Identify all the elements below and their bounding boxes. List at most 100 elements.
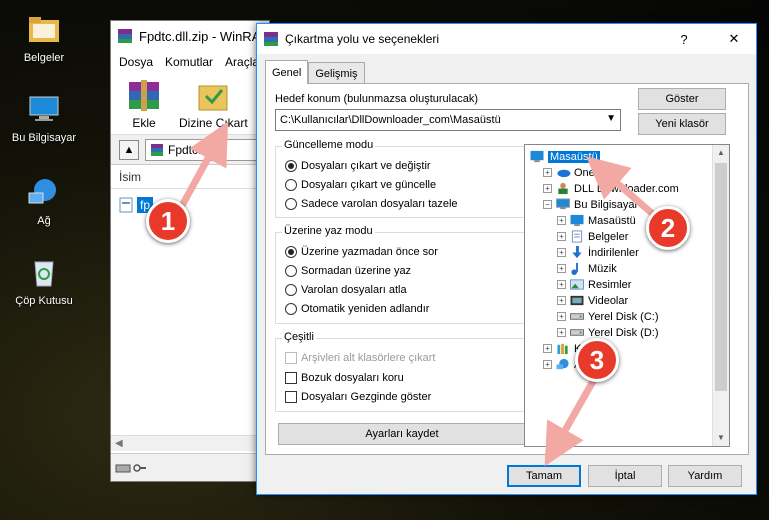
scroll-down-icon[interactable]: ▼ xyxy=(713,430,729,446)
radio-selected[interactable] xyxy=(285,246,297,258)
misc-option-show-in-explorer[interactable]: Dosyaları Gezginde göster xyxy=(285,391,431,403)
tree-node[interactable]: + Belgeler xyxy=(557,229,628,244)
extract-to-button[interactable]: Dizine Çıkart xyxy=(179,78,248,130)
tree-node[interactable]: Masaüstü xyxy=(529,149,600,164)
winrar-toolbar: Ekle Dizine Çıkart xyxy=(111,73,269,135)
scroll-thumb[interactable] xyxy=(715,163,727,391)
dialog-titlebar[interactable]: Çıkartma yolu ve seçenekleri ? ✕ xyxy=(257,24,756,54)
horizontal-scrollbar[interactable]: ◀ xyxy=(111,435,269,451)
ok-button[interactable]: Tamam xyxy=(507,465,581,487)
update-option-extract-update[interactable]: Dosyaları çıkart ve güncelle xyxy=(285,179,436,191)
tree-node-label: İndirilenler xyxy=(588,246,639,259)
menu-item-komutlar[interactable]: Komutlar xyxy=(165,55,213,69)
expand-icon[interactable]: + xyxy=(557,216,566,225)
annotation-marker-2: 2 xyxy=(646,206,690,250)
radio[interactable] xyxy=(285,284,297,296)
desktop-icon-label: Bu Bilgisayar xyxy=(11,132,77,144)
tree-node-label: Yerel Disk (C:) xyxy=(588,310,659,323)
expand-icon[interactable]: + xyxy=(543,344,552,353)
expand-icon[interactable]: + xyxy=(543,360,552,369)
option-label: Sadece varolan dosyaları tazele xyxy=(301,198,458,210)
misc-group: Çeşitli Arşivleri alt klasörlere çıkart … xyxy=(275,331,525,412)
desktop-icon-bu-bilgisayar[interactable]: Bu Bilgisayar xyxy=(4,92,84,144)
key-icon xyxy=(133,463,146,472)
checkbox[interactable] xyxy=(285,372,297,384)
radio[interactable] xyxy=(285,303,297,315)
desktop-icon-belgeler[interactable]: Belgeler xyxy=(4,12,84,64)
network-icon xyxy=(28,179,56,204)
general-tab-panel: Hedef konum (bulunmazsa oluşturulacak) C… xyxy=(265,83,749,455)
desktop-icon-ag[interactable]: Ağ xyxy=(4,175,84,227)
scroll-left-icon: ◀ xyxy=(115,438,123,449)
tree-node-label: Resimler xyxy=(588,278,632,291)
help-question-button[interactable]: ? xyxy=(662,32,706,47)
tree-node[interactable]: + OneDr xyxy=(543,165,606,180)
radio[interactable] xyxy=(285,265,297,277)
extraction-dialog: Çıkartma yolu ve seçenekleri ? ✕ Genel G… xyxy=(256,23,757,495)
option-label: Varolan dosyaları atla xyxy=(301,284,407,296)
cancel-button[interactable]: İptal xyxy=(588,465,662,487)
option-label: Dosyaları Gezginde göster xyxy=(301,391,432,403)
radio[interactable] xyxy=(285,179,297,191)
tree-node[interactable]: + Masaüstü xyxy=(557,213,636,228)
desktop-icon-cop-kutusu[interactable]: Çöp Kutusu xyxy=(4,255,84,307)
up-folder-button[interactable]: ▲ xyxy=(119,139,139,160)
checkbox[interactable] xyxy=(285,391,297,403)
expand-icon[interactable]: + xyxy=(557,232,566,241)
close-button[interactable]: ✕ xyxy=(712,31,756,47)
tree-node[interactable]: + Resimler xyxy=(557,277,631,292)
archive-path-text: Fpdtc.dll.zi xyxy=(168,142,226,157)
overwrite-option-skip[interactable]: Varolan dosyaları atla xyxy=(285,284,407,296)
chevron-down-icon[interactable]: ▼ xyxy=(606,113,616,124)
tree-node[interactable]: + İndirilenler xyxy=(557,245,639,260)
option-label: Üzerine yazmadan önce sor xyxy=(301,246,438,258)
menu-item-dosya[interactable]: Dosya xyxy=(119,55,153,69)
winrar-titlebar[interactable]: Fpdtc.dll.zip - WinRA xyxy=(111,21,269,51)
expand-icon[interactable]: + xyxy=(557,296,566,305)
misc-option-keep-broken[interactable]: Bozuk dosyaları koru xyxy=(285,372,404,384)
file-row[interactable]: fp xyxy=(119,195,269,215)
tree-node[interactable]: + Videolar xyxy=(557,293,628,308)
dialog-tabs: Genel Gelişmiş xyxy=(265,60,365,84)
annotation-marker-3: 3 xyxy=(575,338,619,382)
destination-path-combo[interactable]: C:\Kullanıcılar\DllDownloader_com\Masaüs… xyxy=(275,109,621,131)
overwrite-option-without-prompt[interactable]: Sormadan üzerine yaz xyxy=(285,265,411,277)
library-icon xyxy=(557,343,568,355)
radio[interactable] xyxy=(285,198,297,210)
overwrite-option-rename[interactable]: Otomatik yeniden adlandır xyxy=(285,303,429,315)
tree-node[interactable]: + DLL Downloader.com xyxy=(543,181,679,196)
column-header-name[interactable]: İsim xyxy=(111,165,269,189)
expand-icon[interactable]: + xyxy=(557,328,566,337)
tree-node[interactable]: + Müzik xyxy=(557,261,617,276)
tree-node[interactable]: + Yerel Disk (C:) xyxy=(557,309,659,324)
expand-icon[interactable]: + xyxy=(557,312,566,321)
scroll-up-icon[interactable]: ▲ xyxy=(713,145,729,161)
tree-node[interactable]: + Yerel Disk (D:) xyxy=(557,325,659,340)
show-button[interactable]: Göster xyxy=(638,88,726,110)
option-label: Dosyaları çıkart ve değiştir xyxy=(301,160,431,172)
expand-icon[interactable]: + xyxy=(557,248,566,257)
folder-icon xyxy=(29,17,59,42)
tab-genel[interactable]: Genel xyxy=(265,60,309,84)
tree-node[interactable]: − Bu Bilgisayar xyxy=(543,197,638,212)
tree-vertical-scrollbar[interactable]: ▲ ▼ xyxy=(712,145,729,446)
archive-path-box[interactable]: Fpdtc.dll.zi xyxy=(145,138,269,161)
overwrite-option-ask[interactable]: Üzerine yazmadan önce sor xyxy=(285,246,438,258)
videos-icon xyxy=(570,295,584,306)
expand-icon[interactable]: + xyxy=(557,280,566,289)
menu-item-araclar[interactable]: Araçla xyxy=(225,55,259,69)
help-button[interactable]: Yardım xyxy=(668,465,742,487)
tab-gelismis[interactable]: Gelişmiş xyxy=(308,62,365,84)
update-option-refresh-existing[interactable]: Sadece varolan dosyaları tazele xyxy=(285,198,458,210)
radio-selected[interactable] xyxy=(285,160,297,172)
expand-icon[interactable]: + xyxy=(543,168,552,177)
add-button[interactable]: Ekle xyxy=(123,78,165,130)
folder-tree[interactable]: Masaüstü + OneDr + DLL Downloader.com − Bu Bil… xyxy=(524,144,730,447)
expand-icon[interactable]: + xyxy=(557,264,566,273)
expand-icon[interactable]: + xyxy=(543,184,552,193)
extract-to-button-label: Dizine Çıkart xyxy=(179,116,248,130)
update-option-extract-replace[interactable]: Dosyaları çıkart ve değiştir xyxy=(285,160,431,172)
collapse-icon[interactable]: − xyxy=(543,200,552,209)
save-settings-button[interactable]: Ayarları kaydet xyxy=(278,423,526,445)
new-folder-button[interactable]: Yeni klasör xyxy=(638,113,726,135)
